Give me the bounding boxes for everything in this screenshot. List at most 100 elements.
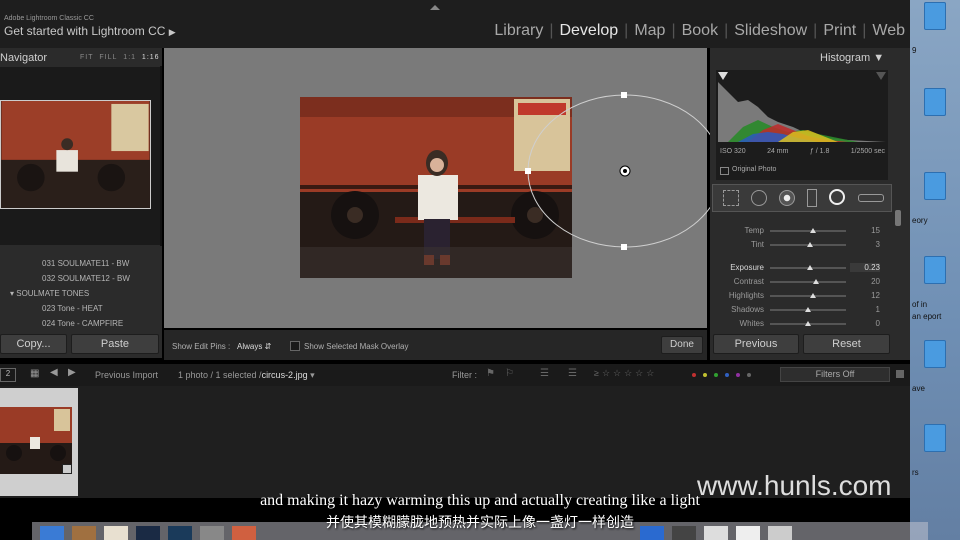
slider-value[interactable]: 3: [850, 240, 880, 249]
module-separator: |: [724, 22, 729, 39]
edit-pins-select[interactable]: Always ⇵: [237, 342, 271, 351]
module-library[interactable]: Library: [494, 22, 543, 40]
page-indicator[interactable]: 2: [0, 368, 16, 382]
module-slideshow[interactable]: Slideshow: [734, 22, 807, 40]
arrow-right-icon: ▶: [168, 27, 176, 37]
slider-label: Whites: [739, 319, 764, 328]
filter-flags-icon[interactable]: ⚑⚐: [486, 368, 524, 379]
app-subtitle: Adobe Lightroom Classic CC: [4, 15, 94, 22]
zoom-fill[interactable]: FILL: [99, 54, 117, 61]
radial-filter-icon[interactable]: [829, 189, 845, 205]
adjustment-brush-icon[interactable]: [858, 194, 884, 202]
slider-thumb[interactable]: [810, 228, 817, 233]
slider-value[interactable]: 1: [850, 305, 880, 314]
forward-arrow-icon[interactable]: ▶: [68, 367, 76, 378]
desktop-label: eory: [912, 216, 928, 225]
slider-track[interactable]: [770, 295, 846, 297]
radial-filter-overlay[interactable]: [520, 90, 710, 252]
filter-preset-select[interactable]: Filters Off: [780, 367, 890, 382]
slider-label: Temp: [744, 226, 764, 235]
preset-folder[interactable]: ▾ SOULMATE TONES: [10, 289, 89, 298]
module-map[interactable]: Map: [634, 22, 665, 40]
preset-item[interactable]: 023 Tone - HEAT: [42, 304, 103, 313]
previous-button[interactable]: Previous: [713, 334, 799, 354]
yellow-label-icon[interactable]: [703, 373, 707, 377]
panel-toggle-top-icon[interactable]: [430, 5, 440, 10]
graduated-filter-icon[interactable]: [807, 189, 817, 207]
reset-button[interactable]: Reset: [803, 334, 890, 354]
red-label-icon[interactable]: [692, 373, 696, 377]
panel-scrollbar[interactable]: [895, 210, 901, 226]
paste-button[interactable]: Paste: [71, 334, 159, 354]
slider-label: Highlights: [728, 291, 764, 300]
grid-view-icon[interactable]: ▦: [30, 368, 39, 379]
gray-label-icon[interactable]: [747, 373, 751, 377]
navigator-zoom: FIT FILL 1:1 1:16: [80, 54, 160, 61]
done-button[interactable]: Done: [661, 336, 703, 354]
filter-list-icon[interactable]: ☰: [568, 368, 577, 379]
module-separator: |: [862, 22, 867, 39]
blue-label-icon[interactable]: [725, 373, 729, 377]
slider-value[interactable]: 15: [850, 226, 880, 235]
radial-handle-left[interactable]: [525, 168, 531, 174]
highlight-clipping-icon[interactable]: [876, 72, 886, 80]
module-web[interactable]: Web: [872, 22, 905, 40]
slider-thumb[interactable]: [805, 307, 811, 312]
module-separator: |: [671, 22, 676, 39]
module-develop[interactable]: Develop: [559, 22, 618, 40]
preset-item[interactable]: 031 SOULMATE11 - BW: [42, 259, 129, 268]
slider-label: Shadows: [731, 305, 764, 314]
identity-plate-label: Get started with Lightroom CC: [4, 24, 166, 38]
selection-info[interactable]: 1 photo / 1 selected /circus-2.jpg ▾: [178, 370, 315, 381]
navigator-title[interactable]: Navigator: [0, 52, 47, 64]
slider-thumb[interactable]: [809, 293, 816, 298]
preset-item[interactable]: 032 SOULMATE12 - BW: [42, 274, 130, 283]
zoom-fit[interactable]: FIT: [80, 54, 94, 61]
file-icon[interactable]: [924, 256, 946, 284]
slider-value[interactable]: 0.23: [850, 263, 880, 272]
slider-thumb[interactable]: [806, 242, 813, 247]
filter-lock-icon[interactable]: [896, 370, 904, 378]
desktop-background: [910, 0, 960, 540]
file-icon[interactable]: [924, 88, 946, 116]
file-icon[interactable]: [924, 172, 946, 200]
radial-handle-bottom[interactable]: [621, 244, 627, 250]
red-eye-icon[interactable]: [779, 190, 795, 206]
slider-value[interactable]: 0: [850, 319, 880, 328]
video-subtitles: and making it hazy warming this up and a…: [0, 492, 960, 532]
slider-thumb[interactable]: [807, 265, 814, 270]
module-separator: |: [813, 22, 818, 39]
zoom-1-1[interactable]: 1:1: [123, 54, 136, 61]
purple-label-icon[interactable]: [736, 373, 740, 377]
crop-tool-icon[interactable]: [723, 190, 739, 206]
rating-stars-icon[interactable]: ≥☆☆☆☆☆: [594, 368, 657, 379]
zoom-1-16[interactable]: 1:16: [142, 54, 160, 61]
copy-button[interactable]: Copy...: [0, 334, 67, 354]
histogram-title[interactable]: Histogram ▼: [820, 52, 884, 64]
edit-pins-label: Show Edit Pins :: [172, 342, 231, 351]
slider-value[interactable]: 20: [850, 277, 880, 286]
slider-thumb[interactable]: [812, 279, 819, 284]
shadow-clipping-icon[interactable]: [718, 72, 728, 80]
mask-overlay-checkbox[interactable]: [290, 341, 300, 351]
slider-value[interactable]: 12: [850, 291, 880, 300]
slider-track[interactable]: [770, 281, 846, 283]
original-photo-checkbox[interactable]: [720, 167, 729, 175]
slider-track[interactable]: [770, 230, 846, 232]
preset-item[interactable]: 024 Tone - CAMPFIRE: [42, 319, 123, 328]
navigator-photo[interactable]: [0, 100, 151, 209]
radial-handle-top[interactable]: [621, 92, 627, 98]
green-label-icon[interactable]: [714, 373, 718, 377]
edit-pins-value: Always: [237, 342, 263, 351]
spot-removal-icon[interactable]: [751, 190, 767, 206]
filter-list-icon[interactable]: ☰: [540, 368, 549, 379]
back-arrow-icon[interactable]: ◀: [50, 367, 58, 378]
identity-plate[interactable]: Get started with Lightroom CC ▶: [4, 24, 176, 38]
file-icon[interactable]: [924, 424, 946, 452]
module-print[interactable]: Print: [823, 22, 856, 40]
file-icon[interactable]: [924, 2, 946, 30]
module-book[interactable]: Book: [682, 22, 718, 40]
slider-thumb[interactable]: [805, 321, 811, 326]
source-label[interactable]: Previous Import: [95, 370, 158, 380]
file-icon[interactable]: [924, 340, 946, 368]
